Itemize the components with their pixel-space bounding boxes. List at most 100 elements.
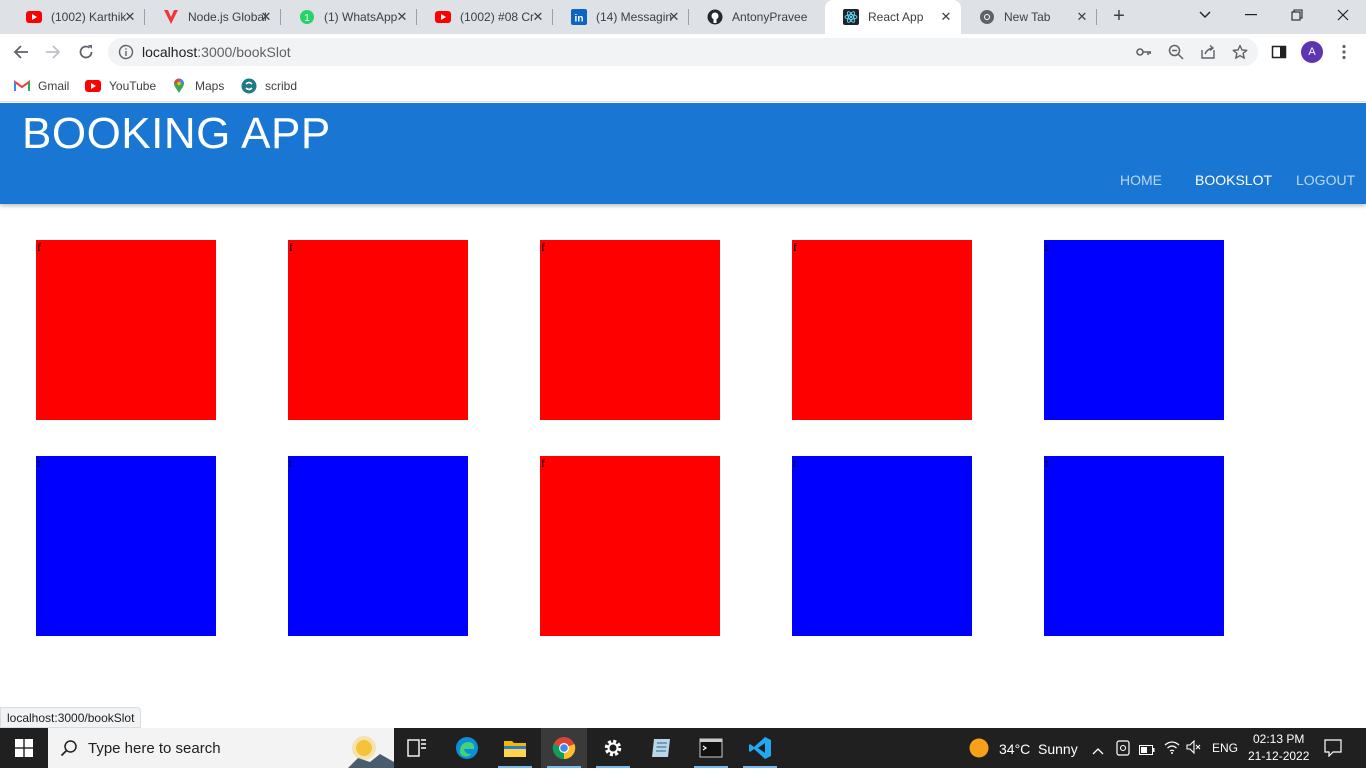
page-viewport: BOOKING APP HOME BOOKSLOT LOGOUT f f f f t t t… — [0, 103, 1366, 728]
bookmark-gmail[interactable]: Gmail — [14, 76, 69, 96]
url-text[interactable]: localhost:3000/bookSlot — [142, 44, 291, 60]
slot-free[interactable]: t — [36, 456, 216, 636]
menu-button[interactable] — [1331, 39, 1357, 65]
battery-icon[interactable] — [1139, 742, 1155, 760]
taskbar-edge[interactable] — [444, 728, 490, 768]
chrome-icon — [552, 737, 576, 760]
slot-label: t — [793, 456, 797, 470]
bookmark-scribd[interactable]: scribd — [241, 76, 297, 96]
notepad-icon — [652, 739, 670, 757]
task-view-icon — [407, 739, 426, 757]
chevron-up-icon[interactable] — [1092, 742, 1104, 760]
bookmark-label: YouTube — [109, 79, 157, 93]
gmail-icon — [14, 78, 30, 94]
slot-booked[interactable]: f — [792, 240, 972, 420]
chevron-down-icon — [1199, 11, 1211, 18]
slot-free[interactable]: t — [1044, 456, 1224, 636]
slot-free[interactable]: t — [792, 456, 972, 636]
info-icon[interactable] — [118, 44, 134, 65]
browser-tab[interactable]: 1 (1) WhatsApp ✕ — [281, 0, 417, 34]
weather-sun-icon[interactable] — [969, 738, 989, 763]
side-panel-icon — [1271, 45, 1287, 59]
link-status-bar: localhost:3000/bookSlot — [0, 707, 142, 728]
close-icon[interactable]: ✕ — [939, 10, 953, 24]
bookmark-star-icon[interactable] — [1231, 43, 1249, 61]
slot-booked[interactable]: f — [540, 240, 720, 420]
close-icon[interactable]: ✕ — [123, 10, 137, 24]
nav-home-link[interactable]: HOME — [1120, 172, 1162, 188]
slot-label: f — [289, 240, 293, 254]
gear-icon — [604, 739, 622, 757]
taskbar-vscode[interactable] — [737, 728, 783, 768]
minimize-button[interactable] — [1228, 0, 1274, 30]
slot-label: f — [541, 456, 545, 470]
close-icon[interactable]: ✕ — [531, 10, 545, 24]
slot-label: t — [37, 456, 41, 470]
speaker-muted-icon[interactable] — [1186, 739, 1202, 759]
close-window-button[interactable] — [1320, 0, 1366, 30]
tab-search-button[interactable] — [1182, 0, 1228, 30]
bookmark-youtube[interactable]: YouTube — [85, 76, 156, 96]
nav-bookslot-link[interactable]: BOOKSLOT — [1195, 172, 1272, 188]
wifi-icon[interactable] — [1164, 740, 1180, 759]
slot-booked[interactable]: f — [36, 240, 216, 420]
windows-logo-icon — [15, 739, 33, 757]
slot-label: f — [37, 240, 41, 254]
side-panel-button[interactable] — [1266, 39, 1292, 65]
close-icon[interactable]: ✕ — [395, 10, 409, 24]
bookmark-label: Gmail — [38, 79, 70, 93]
taskbar-search-box[interactable]: Type here to search — [48, 728, 394, 768]
clock-date[interactable]: 21-12-2022 — [1248, 749, 1309, 763]
taskbar-settings[interactable] — [590, 728, 636, 768]
taskbar-terminal[interactable] — [688, 728, 734, 768]
zoom-icon[interactable] — [1167, 43, 1185, 61]
profile-avatar[interactable]: A — [1301, 41, 1323, 63]
reload-icon — [79, 45, 93, 59]
search-highlight-illustration — [348, 728, 394, 768]
url-path: :3000/bookSlot — [197, 44, 291, 60]
new-tab-button[interactable]: + — [1108, 6, 1130, 28]
back-button[interactable] — [8, 39, 34, 65]
maps-pin-icon — [171, 78, 187, 94]
slot-free[interactable]: t — [288, 456, 468, 636]
taskbar-chrome[interactable] — [541, 728, 587, 768]
task-view-button[interactable] — [394, 728, 440, 768]
terminal-icon — [699, 738, 723, 758]
bookmark-label: Maps — [195, 79, 225, 93]
close-icon[interactable]: ✕ — [259, 10, 273, 24]
browser-tab-active[interactable]: React App ✕ — [825, 0, 961, 34]
windows-taskbar: Type here to search 34°C Sunny ENG 02:13… — [0, 728, 1366, 768]
browser-tab[interactable]: AntonyPravee — [689, 0, 825, 34]
browser-tab[interactable]: (1002) #08 Cr ✕ — [417, 0, 553, 34]
forward-button[interactable] — [40, 39, 66, 65]
input-language[interactable]: ENG — [1212, 741, 1238, 755]
browser-tab[interactable]: in (14) Messagin ✕ — [553, 0, 689, 34]
share-icon[interactable] — [1199, 43, 1217, 61]
slot-booked[interactable]: f — [288, 240, 468, 420]
meet-now-icon[interactable] — [1116, 740, 1130, 761]
taskbar-file-explorer[interactable] — [492, 728, 538, 768]
tab-separator — [1096, 9, 1097, 25]
taskbar-notes-app[interactable] — [638, 728, 684, 768]
folder-icon — [504, 741, 526, 757]
youtube-icon — [85, 78, 101, 94]
key-icon[interactable] — [1135, 43, 1153, 61]
weather-condition[interactable]: Sunny — [1038, 741, 1078, 757]
clock-time[interactable]: 02:13 PM — [1253, 732, 1304, 746]
bookmark-maps[interactable]: Maps — [171, 76, 224, 96]
nav-logout-link[interactable]: LOGOUT — [1296, 172, 1355, 188]
start-button[interactable] — [0, 728, 48, 768]
browser-tab[interactable]: Node.js Global ✕ — [145, 0, 281, 34]
weather-temperature[interactable]: 34°C — [999, 741, 1030, 757]
reload-button[interactable] — [73, 39, 99, 65]
close-icon[interactable]: ✕ — [1075, 10, 1089, 24]
browser-tab[interactable]: (1002) Karthik ✕ — [8, 0, 145, 34]
notification-center-icon[interactable] — [1324, 739, 1342, 762]
close-icon[interactable]: ✕ — [667, 10, 681, 24]
restore-button[interactable] — [1274, 0, 1320, 30]
slot-booked[interactable]: f — [540, 456, 720, 636]
svg-text:in: in — [575, 14, 584, 25]
address-bar[interactable]: localhost:3000/bookSlot — [108, 38, 1258, 66]
browser-tab[interactable]: New Tab ✕ — [961, 0, 1097, 34]
slot-free[interactable]: t — [1044, 240, 1224, 420]
